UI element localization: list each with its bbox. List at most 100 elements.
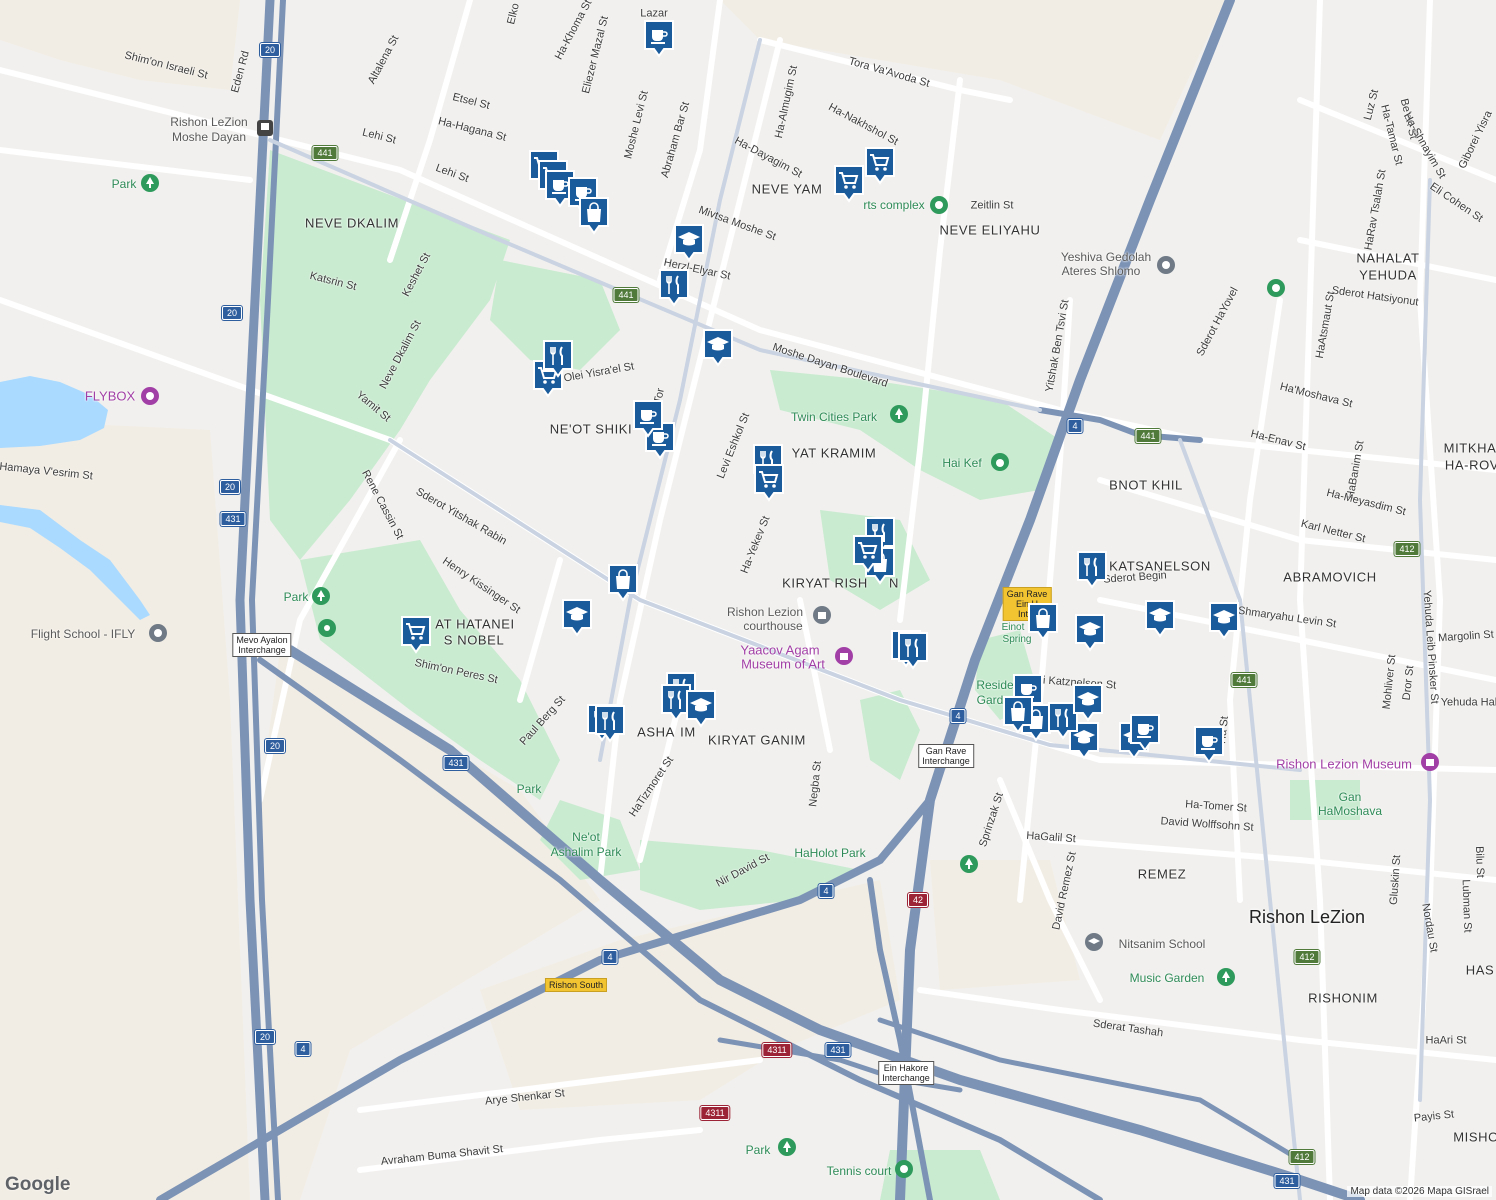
school-marker[interactable] — [672, 222, 706, 262]
park-label: Gard — [976, 693, 1004, 707]
route-shield: 441 — [1231, 673, 1257, 687]
route-shield: 20 — [259, 43, 281, 57]
shopping-marker[interactable] — [752, 462, 786, 502]
park-label: Park — [745, 1143, 771, 1157]
restaurant-marker[interactable] — [1075, 549, 1109, 589]
neighborhood-label: ABRAMOVICH — [1283, 569, 1377, 585]
street-label: HaAri St — [1425, 1034, 1467, 1047]
graduation-cap-icon — [674, 224, 704, 262]
tennis-court-icon — [895, 1160, 913, 1178]
neighborhood-label: ASHA — [637, 724, 675, 740]
place-of-worship-icon — [1157, 256, 1175, 274]
park-icon — [1267, 279, 1285, 297]
place-label: Yeshiva Gedolah — [1060, 250, 1152, 264]
park-icon — [890, 405, 908, 423]
restaurant-marker[interactable] — [541, 338, 575, 378]
park-label: Music Garden — [1129, 971, 1205, 985]
map-canvas[interactable]: Rishon LeZion NEVE DKALIM NEVE YAM NEVE … — [0, 0, 1496, 1200]
park-label: HaMoshava — [1317, 804, 1383, 818]
school-marker[interactable] — [701, 327, 735, 367]
park-label: Gan — [1338, 790, 1362, 804]
park-label: Ashalim Park — [550, 845, 622, 859]
route-shield: 20 — [221, 306, 243, 320]
train-station-icon — [257, 120, 273, 136]
shopping-marker[interactable] — [1001, 694, 1035, 734]
shopping-cart-icon — [865, 147, 895, 185]
cafe-marker[interactable] — [642, 18, 676, 58]
shopping-marker[interactable] — [577, 195, 611, 235]
museum-icon — [1421, 753, 1439, 771]
museum-label: FLYBOX — [84, 388, 136, 404]
graduation-cap-icon — [1073, 684, 1103, 722]
cafe-marker[interactable] — [1128, 712, 1162, 752]
school-marker[interactable] — [1071, 682, 1105, 722]
museum-label: Rishon Lezion Museum — [1276, 756, 1412, 772]
shopping-marker[interactable] — [1026, 601, 1060, 641]
restaurant-marker[interactable] — [657, 267, 691, 307]
place-label: Ateres Shlomo — [1061, 264, 1141, 278]
place-label: Rishon Lezion — [726, 605, 804, 619]
neighborhood-label: YEHUDA — [1359, 267, 1417, 283]
restaurant-marker[interactable] — [896, 630, 930, 670]
sports-complex-icon — [930, 196, 948, 214]
map-base-layer — [0, 0, 1496, 1200]
neighborhood-label: NE'OT SHIKI — [549, 421, 633, 437]
school-marker[interactable] — [1143, 598, 1177, 638]
shopping-cart-icon — [754, 464, 784, 502]
school-marker[interactable] — [1207, 600, 1241, 640]
zoo-icon — [991, 453, 1009, 471]
neighborhood-label: YAT KRAMIM — [791, 445, 877, 461]
route-shield: 20 — [254, 1030, 276, 1044]
shopping-marker[interactable] — [606, 562, 640, 602]
route-shield: 4 — [1067, 419, 1083, 433]
restaurant-marker[interactable] — [593, 703, 627, 743]
shopping-cart-icon — [401, 616, 431, 654]
shopping-bag-icon — [1028, 603, 1058, 641]
neighborhood-label: REMEZ — [1137, 866, 1187, 882]
coffee-cup-icon — [1130, 714, 1160, 752]
school-marker[interactable] — [1073, 612, 1107, 652]
route-shield: 4 — [295, 1042, 311, 1056]
neighborhood-label: MITKHA — [1443, 440, 1496, 456]
street-label: Zeitlin St — [970, 199, 1014, 212]
graduation-cap-icon — [686, 690, 716, 728]
neighborhood-label: KIRYAT RISH — [782, 575, 868, 591]
map-attribution[interactable]: Map data ©2026 Mapa GISrael — [1347, 1186, 1492, 1197]
neighborhood-label: HA-ROV — [1444, 457, 1496, 473]
museum-icon — [835, 647, 853, 665]
school-marker[interactable] — [560, 597, 594, 637]
park-label: Park — [283, 590, 309, 604]
shopping-marker[interactable] — [399, 614, 433, 654]
graduation-cap-icon — [703, 329, 733, 367]
route-shield: 4 — [950, 709, 966, 723]
courthouse-icon — [813, 606, 831, 624]
shopping-marker[interactable] — [863, 145, 897, 185]
shopping-marker[interactable] — [851, 533, 885, 573]
neighborhood-label: HAS — [1465, 962, 1495, 978]
city-label: Rishon LeZion — [1248, 907, 1366, 927]
interchange-tag: Rishon South — [544, 978, 608, 992]
school-icon — [1085, 933, 1103, 951]
neighborhood-label: S NOBEL — [443, 632, 505, 648]
coffee-cup-icon — [1194, 726, 1224, 764]
route-shield: 431 — [1274, 1174, 1300, 1188]
park-label: Ne'ot — [572, 830, 600, 844]
route-shield: 4 — [818, 884, 834, 898]
park-label: Park — [516, 782, 542, 796]
route-shield: 4311 — [762, 1043, 792, 1057]
google-logo: Google — [5, 1174, 71, 1195]
neighborhood-label: MISHO — [1453, 1129, 1496, 1145]
neighborhood-label: RISHONIM — [1308, 990, 1378, 1006]
street-label: Lubman St — [1459, 879, 1474, 933]
street-label: Yehuda Hale — [1440, 696, 1496, 709]
cafe-marker[interactable] — [1192, 724, 1226, 764]
flower-garden-icon — [318, 619, 336, 637]
museum-label: Museum of Art — [741, 656, 825, 672]
neighborhood-label: NEVE DKALIM — [304, 215, 400, 231]
park-label: Hai Kef — [942, 456, 982, 470]
interchange-label: Mevo Ayalon Interchange — [232, 633, 292, 657]
shopping-marker[interactable] — [832, 163, 866, 203]
cafe-marker[interactable] — [631, 398, 665, 438]
park-label: Twin Cities Park — [790, 410, 878, 424]
school-marker[interactable] — [684, 688, 718, 728]
